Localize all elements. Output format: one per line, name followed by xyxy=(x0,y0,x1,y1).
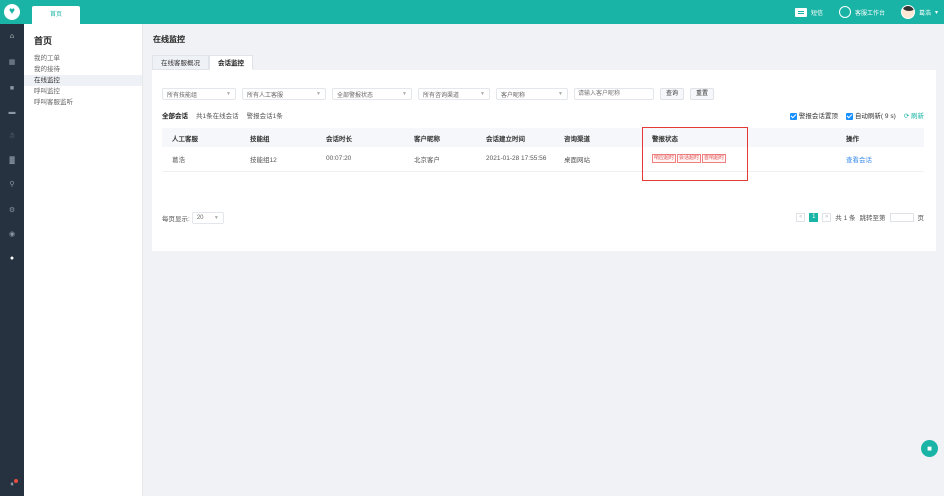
settings-icon[interactable]: ⚙ xyxy=(0,202,24,218)
cell-group: 技能组12 xyxy=(240,147,316,172)
search-button[interactable]: 查询 xyxy=(660,88,685,100)
chat-float-button[interactable]: ■ xyxy=(921,440,938,457)
list-icon[interactable]: ■ xyxy=(0,80,24,96)
chevron-down-icon: ▼ xyxy=(213,215,219,221)
quick-filters: 全部会话 共1条在线会话 警报会话1条 xyxy=(162,110,283,120)
submenu-item-call-monitor[interactable]: 呼叫监控 xyxy=(24,86,142,97)
submenu-item-online-monitor[interactable]: 在线监控 xyxy=(24,75,142,86)
bell-icon[interactable]: ♦ xyxy=(0,476,24,492)
total-count: 共 1 条 xyxy=(835,215,856,222)
cell-action: 查看会话 xyxy=(836,147,924,172)
col-action: 操作 xyxy=(836,128,924,147)
customer-field-select[interactable]: 客户昵称 ▼ xyxy=(496,88,568,100)
checkbox-checked-icon xyxy=(789,112,797,120)
next-page-button[interactable]: > xyxy=(822,212,832,222)
channel-select[interactable]: 所有咨询渠道 ▼ xyxy=(418,88,490,100)
refresh-icon: ⟳ xyxy=(903,113,910,120)
pagination: < 1 > 共 1 条 跳转至第 页 xyxy=(796,212,924,222)
chevron-down-icon: ▼ xyxy=(558,91,563,97)
auto-refresh-checkbox[interactable]: 自动刷新( 9 s) xyxy=(845,110,896,120)
top-bar: ♥ 首页 短信 客服工作台 葛浩 ▾ xyxy=(0,0,944,24)
skill-group-select[interactable]: 所有技能组 ▼ xyxy=(162,88,236,100)
person-icon[interactable]: ● xyxy=(0,250,24,266)
cell-channel: 桌面网站 xyxy=(554,147,642,172)
chart-icon[interactable]: ▓ xyxy=(0,152,24,168)
cell-customer: 北京客户 xyxy=(404,147,476,172)
avatar[interactable] xyxy=(900,5,915,19)
filter-online-sessions[interactable]: 共1条在线会话 xyxy=(196,110,239,120)
user-icon[interactable]: ☃ xyxy=(0,128,24,144)
workbench-link[interactable]: 客服工作台 xyxy=(855,8,885,17)
chevron-down-icon: ▼ xyxy=(316,91,321,97)
col-channel: 咨询渠道 xyxy=(554,128,642,147)
chat-icon[interactable]: ▬ xyxy=(0,104,24,120)
alarm-top-checkbox[interactable]: 警报会话置顶 xyxy=(789,110,838,120)
tab-agent-overview[interactable]: 在线客服概况 xyxy=(152,55,209,70)
filter-all-sessions[interactable]: 全部会话 xyxy=(162,110,188,120)
page-1-button[interactable]: 1 xyxy=(809,212,819,222)
jump-label: 跳转至第 xyxy=(859,215,886,222)
tab-home[interactable]: 首页 xyxy=(32,6,80,24)
headset-icon[interactable] xyxy=(838,6,851,18)
col-customer: 客户昵称 xyxy=(404,128,476,147)
grid-icon[interactable]: ▦ xyxy=(0,54,24,70)
submenu: 首页 我的工单 我的接待 在线监控 呼叫监控 呼叫客服监听 xyxy=(24,24,143,496)
page-size-control: 每页显示: 20 ▼ xyxy=(162,212,224,224)
tab-bar: 在线客服概况 会话监控 xyxy=(152,55,253,70)
filter-alarm-sessions[interactable]: 警报会话1条 xyxy=(247,110,283,120)
prev-page-button[interactable]: < xyxy=(796,212,806,222)
user-name[interactable]: 葛浩 xyxy=(919,8,931,17)
message-icon[interactable] xyxy=(794,7,807,17)
search-icon[interactable]: ⚲ xyxy=(0,176,24,192)
chevron-down-icon: ▼ xyxy=(402,91,407,97)
cell-duration: 00:07:20 xyxy=(316,147,404,172)
chevron-down-icon: ▼ xyxy=(226,91,231,97)
cell-start-time: 2021-01-28 17:55:56 xyxy=(476,147,554,172)
col-start-time: 会话建立时间 xyxy=(476,128,554,147)
notification-badge xyxy=(14,479,18,483)
session-panel: 所有技能组▼ 所有人工客服▼ 全部警报状态▼ 所有咨询渠道▼ 客户昵称▼ 查询 … xyxy=(152,70,936,251)
refresh-button[interactable]: ⟳ 刷新 xyxy=(904,110,924,120)
customer-search-input[interactable] xyxy=(574,88,654,100)
view-session-link[interactable]: 查看会话 xyxy=(846,157,872,164)
logo-icon: ♥ xyxy=(4,4,20,20)
icon-sidebar: ⌂ ▦ ■ ▬ ☃ ▓ ⚲ ⚙ ◉ ● ♦ xyxy=(0,24,24,496)
submenu-item-agent-listen[interactable]: 呼叫客服监听 xyxy=(24,97,142,108)
page-title: 在线监控 xyxy=(153,35,185,44)
chat-bubble-icon: ■ xyxy=(927,444,932,453)
chevron-down-icon[interactable]: ▾ xyxy=(935,9,938,16)
top-right-actions: 短信 客服工作台 葛浩 ▾ xyxy=(794,0,938,24)
table-row: 葛浩 技能组12 00:07:20 北京客户 2021-01-28 17:55:… xyxy=(162,147,924,172)
sms-link[interactable]: 短信 xyxy=(811,8,823,17)
submenu-item-my-tickets[interactable]: 我的工单 xyxy=(24,53,142,64)
reset-button[interactable]: 重置 xyxy=(690,88,715,100)
submenu-item-my-reception[interactable]: 我的接待 xyxy=(24,64,142,75)
cell-agent: 葛浩 xyxy=(162,147,240,172)
alarm-status-select[interactable]: 全部警报状态 ▼ xyxy=(332,88,412,100)
agent-select[interactable]: 所有人工客服 ▼ xyxy=(242,88,326,100)
table-header-row: 人工客服 技能组 会话时长 客户昵称 会话建立时间 咨询渠道 警报状态 操作 xyxy=(162,128,924,147)
display-toggles: 警报会话置顶 自动刷新( 9 s) ⟳ 刷新 xyxy=(789,110,924,120)
page-size-select[interactable]: 20 ▼ xyxy=(191,212,224,224)
col-duration: 会话时长 xyxy=(316,128,404,147)
page-unit: 页 xyxy=(917,215,925,222)
chevron-down-icon: ▼ xyxy=(480,91,485,97)
checkbox-checked-icon xyxy=(845,112,853,120)
jump-page-input[interactable] xyxy=(889,212,914,222)
session-table: 人工客服 技能组 会话时长 客户昵称 会话建立时间 咨询渠道 警报状态 操作 葛… xyxy=(162,128,924,172)
filter-bar: 所有技能组▼ 所有人工客服▼ 全部警报状态▼ 所有咨询渠道▼ 客户昵称▼ 查询 … xyxy=(162,88,715,100)
page-size-label: 每页显示: xyxy=(162,216,190,223)
eye-icon[interactable]: ◉ xyxy=(0,226,24,242)
main-content: 在线监控 在线客服概况 会话监控 所有技能组 ▼ 所有人工客服 ▼ 全部警报状态 ▼ … xyxy=(143,24,944,496)
alarm-status-highlight xyxy=(642,127,748,181)
submenu-title: 首页 xyxy=(34,36,53,46)
col-agent: 人工客服 xyxy=(162,128,240,147)
tab-session-monitor[interactable]: 会话监控 xyxy=(209,55,253,70)
home-icon[interactable]: ⌂ xyxy=(0,28,24,44)
col-group: 技能组 xyxy=(240,128,316,147)
